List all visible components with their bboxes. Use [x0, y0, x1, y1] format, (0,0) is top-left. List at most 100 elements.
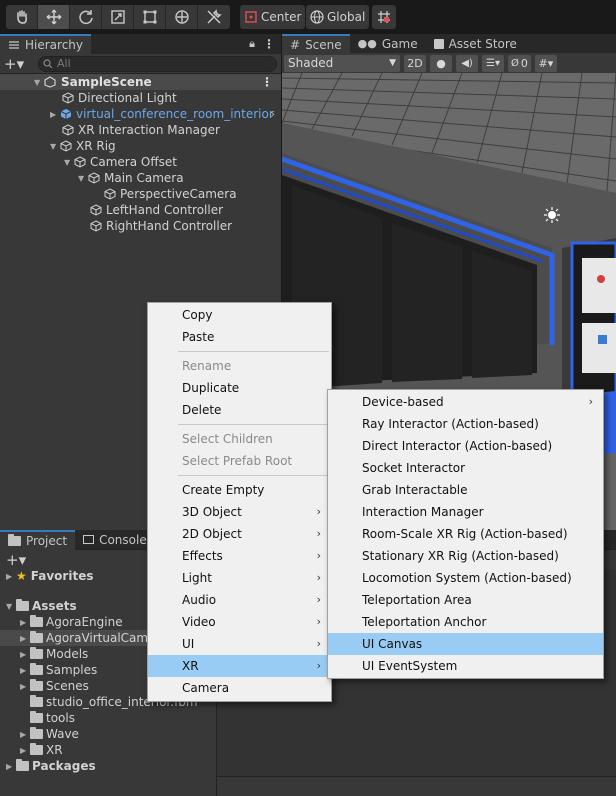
- collapse-arrow-icon[interactable]: ▶: [20, 682, 30, 691]
- scene-menu-icon[interactable]: ⋮: [261, 75, 273, 89]
- hand-tool-button[interactable]: [6, 5, 38, 29]
- hidden-objects-toggle[interactable]: Ø 0: [508, 54, 531, 72]
- submenu-item-stationary-xr-rig[interactable]: Stationary XR Rig (Action-based): [328, 545, 603, 567]
- move-tool-button[interactable]: [38, 5, 70, 29]
- scene-row[interactable]: ▼ SampleScene ⋮: [0, 74, 281, 90]
- expand-arrow-icon[interactable]: ▼: [50, 142, 60, 151]
- menu-item-2d-object[interactable]: 2D Object ›: [148, 523, 331, 545]
- lighting-toggle[interactable]: ●: [430, 54, 452, 72]
- submenu-item-teleportation-anchor[interactable]: Teleportation Anchor: [328, 611, 603, 633]
- submenu-item-socket-interactor[interactable]: Socket Interactor: [328, 457, 603, 479]
- collapse-arrow-icon[interactable]: ▶: [20, 730, 30, 739]
- collapse-arrow-icon[interactable]: ▶: [20, 618, 30, 627]
- submenu-item-room-scale-xr-rig[interactable]: Room-Scale XR Rig (Action-based): [328, 523, 603, 545]
- tab-console[interactable]: Console: [75, 530, 155, 550]
- tab-game[interactable]: ●● Game: [350, 34, 426, 54]
- menu-item-ui[interactable]: UI ›: [148, 633, 331, 655]
- submenu-item-interaction-manager[interactable]: Interaction Manager: [328, 501, 603, 523]
- create-button[interactable]: +▾: [4, 55, 32, 73]
- menu-item-rename: Rename: [148, 355, 331, 377]
- submenu-item-grab-interactable[interactable]: Grab Interactable: [328, 479, 603, 501]
- folder-item[interactable]: ▶ Wave: [0, 726, 215, 742]
- menu-item-video[interactable]: Video ›: [148, 611, 331, 633]
- tab-asset-store[interactable]: Asset Store: [426, 34, 525, 54]
- menu-item-label: Effects: [182, 549, 223, 563]
- submenu-item-ui-canvas[interactable]: UI Canvas: [328, 633, 603, 655]
- folder-icon: [30, 711, 43, 723]
- packages-row[interactable]: ▶ Packages: [0, 758, 215, 774]
- rotate-tool-button[interactable]: [70, 5, 102, 29]
- collapse-arrow-icon[interactable]: ▶: [20, 634, 30, 643]
- submenu-item-ui-eventsystem[interactable]: UI EventSystem: [328, 655, 603, 677]
- menu-item-3d-object[interactable]: 3D Object ›: [148, 501, 331, 523]
- menu-item-effects[interactable]: Effects ›: [148, 545, 331, 567]
- lock-icon[interactable]: 🔒︎: [249, 37, 255, 51]
- folder-item[interactable]: ▶ XR: [0, 742, 215, 758]
- collapse-arrow-icon[interactable]: ▶: [20, 746, 30, 755]
- menu-item-duplicate[interactable]: Duplicate: [148, 377, 331, 399]
- submenu-item-direct-interactor[interactable]: Direct Interactor (Action-based): [328, 435, 603, 457]
- audio-toggle[interactable]: ◀): [456, 54, 478, 72]
- submenu-item-device-based[interactable]: Device-based ›: [328, 391, 603, 413]
- hierarchy-item[interactable]: PerspectiveCamera: [0, 186, 281, 202]
- collapse-arrow-icon[interactable]: ▶: [50, 110, 60, 119]
- pivot-space-toggle[interactable]: Global: [306, 5, 370, 29]
- tab-scene[interactable]: # Scene: [282, 34, 350, 54]
- create-asset-button[interactable]: +▾: [6, 551, 26, 569]
- menu-item-paste[interactable]: Paste: [148, 326, 331, 348]
- sun-gizmo-icon[interactable]: [544, 207, 560, 223]
- hierarchy-item[interactable]: ▶ virtual_conference_room_interior ›: [0, 106, 281, 122]
- hierarchy-item[interactable]: LeftHand Controller: [0, 202, 281, 218]
- menu-item-delete[interactable]: Delete: [148, 399, 331, 421]
- shading-mode-dropdown[interactable]: Shaded ▼: [284, 54, 400, 72]
- menu-item-xr[interactable]: XR ›: [148, 655, 331, 677]
- submenu-item-teleportation-area[interactable]: Teleportation Area: [328, 589, 603, 611]
- effects-dropdown[interactable]: ☰▾: [482, 54, 504, 72]
- grid-dropdown[interactable]: #▾: [534, 54, 557, 72]
- expand-arrow-icon[interactable]: ▼: [78, 174, 88, 183]
- menu-item-audio[interactable]: Audio ›: [148, 589, 331, 611]
- submenu-item-ray-interactor[interactable]: Ray Interactor (Action-based): [328, 413, 603, 435]
- menu-item-label: Teleportation Area: [362, 593, 472, 607]
- transform-tool-button[interactable]: [166, 5, 198, 29]
- store-bag-icon: [433, 38, 444, 49]
- tab-label: Scene: [305, 37, 342, 52]
- menu-item-label: Rename: [182, 359, 232, 373]
- tab-project[interactable]: Project: [0, 529, 76, 550]
- hierarchy-search-input[interactable]: All: [38, 55, 277, 72]
- open-prefab-icon[interactable]: ›: [270, 107, 275, 121]
- collapse-arrow-icon[interactable]: ▶: [20, 666, 30, 675]
- menu-item-label: Ray Interactor (Action-based): [362, 417, 539, 431]
- hierarchy-item[interactable]: ▼ Camera Offset: [0, 154, 281, 170]
- hierarchy-item[interactable]: RightHand Controller: [0, 218, 281, 234]
- pivot-label: Center: [261, 10, 302, 24]
- panel-menu-icon[interactable]: ⋮: [263, 37, 275, 51]
- menu-item-copy[interactable]: Copy: [148, 304, 331, 326]
- folder-item[interactable]: tools: [0, 710, 215, 726]
- folder-label: AgoraVirtualCame: [46, 631, 156, 645]
- submenu-item-locomotion-system[interactable]: Locomotion System (Action-based): [328, 567, 603, 589]
- menu-item-light[interactable]: Light ›: [148, 567, 331, 589]
- chevron-right-icon: ›: [316, 637, 321, 650]
- hierarchy-item[interactable]: Directional Light: [0, 90, 281, 106]
- snap-grid-button[interactable]: [372, 5, 396, 29]
- hierarchy-item[interactable]: XR Interaction Manager: [0, 122, 281, 138]
- custom-tool-button[interactable]: [198, 5, 230, 29]
- collapse-arrow-icon[interactable]: ▶: [6, 572, 16, 581]
- scale-tool-button[interactable]: [102, 5, 134, 29]
- expand-arrow-icon[interactable]: ▼: [6, 602, 16, 611]
- hierarchy-item[interactable]: ▼ XR Rig: [0, 138, 281, 154]
- menu-item-camera[interactable]: Camera: [148, 677, 331, 699]
- tab-hierarchy[interactable]: Hierarchy: [0, 34, 92, 54]
- toggle-2d-button[interactable]: 2D: [404, 54, 426, 72]
- expand-arrow-icon[interactable]: ▼: [34, 78, 44, 87]
- menu-item-create-empty[interactable]: Create Empty: [148, 479, 331, 501]
- expand-arrow-icon[interactable]: ▼: [64, 158, 74, 167]
- pivot-mode-toggle[interactable]: Center: [240, 5, 306, 29]
- chevron-right-icon: ›: [316, 593, 321, 606]
- rect-tool-button[interactable]: [134, 5, 166, 29]
- collapse-arrow-icon[interactable]: ▶: [6, 762, 16, 771]
- hierarchy-item[interactable]: ▼ Main Camera: [0, 170, 281, 186]
- folder-icon: [30, 727, 43, 739]
- collapse-arrow-icon[interactable]: ▶: [20, 650, 30, 659]
